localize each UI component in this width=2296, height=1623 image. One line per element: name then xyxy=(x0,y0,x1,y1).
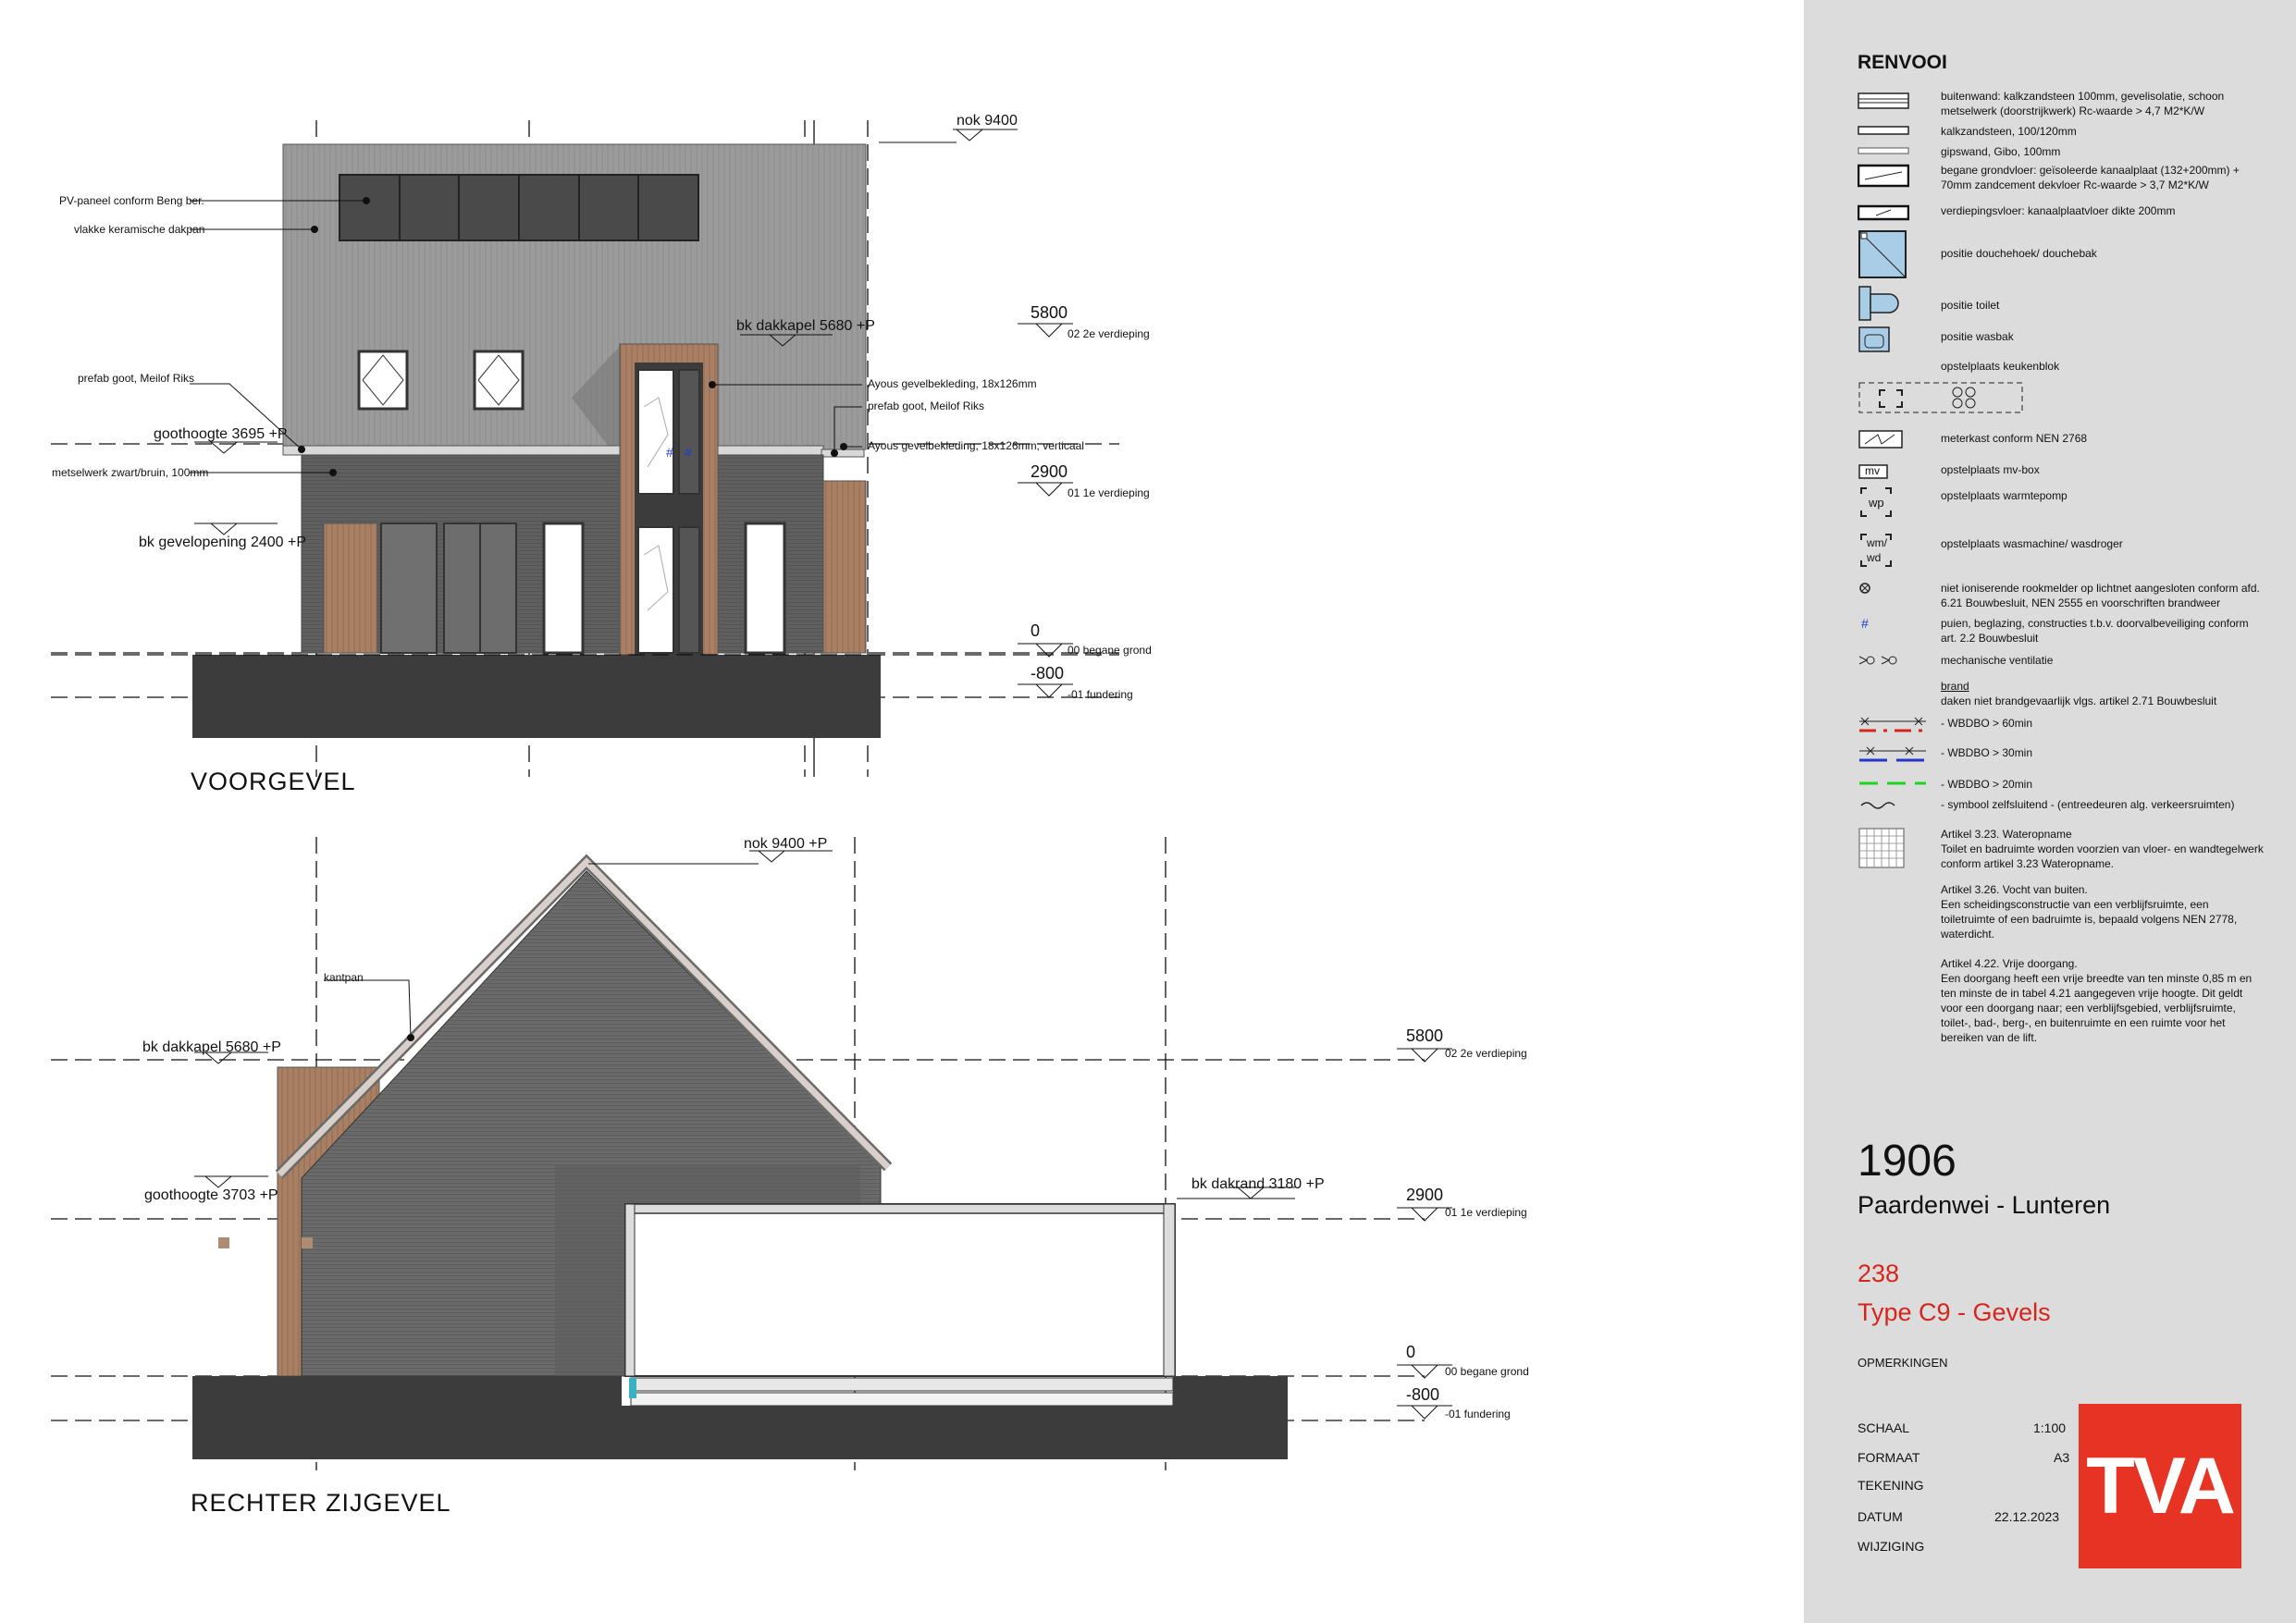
kalkzandsteen-icon xyxy=(1858,126,1909,135)
tile-grid-icon xyxy=(1858,828,1905,868)
note-dakpan: vlakke keramische dakpan xyxy=(74,223,205,236)
front-dakkapel-label: bk dakkapel 5680 +P xyxy=(736,318,875,334)
front-wood-cladding-right xyxy=(822,480,867,654)
side-kantpan-label: kantpan xyxy=(324,971,364,984)
front-level-5800: 5800 xyxy=(1031,303,1068,322)
front-level-2900: 2900 xyxy=(1031,462,1068,481)
front-level-2900-label: 01 1e verdieping xyxy=(1068,486,1150,499)
side-level-0-label: 00 begane grond xyxy=(1445,1365,1529,1378)
front-level-0: 0 xyxy=(1031,621,1041,640)
legend-title: RENVOOI xyxy=(1858,52,1947,73)
meter-cabinet-icon xyxy=(1858,430,1903,449)
side-nok-label: nok 9400 +P xyxy=(744,836,828,852)
side-level-2900: 2900 xyxy=(1406,1186,1444,1204)
formaat-value: A3 xyxy=(2054,1450,2070,1465)
side-elevation-title: RECHTER ZIJGEVEL xyxy=(191,1489,451,1517)
gipswand-icon xyxy=(1858,147,1909,154)
wijziging-label: WIJZIGING xyxy=(1858,1539,1925,1554)
side-foundation-right xyxy=(1173,1376,1288,1459)
side-elevation xyxy=(51,837,1452,1470)
datum-label: DATUM xyxy=(1858,1509,1903,1524)
note-goot-2: prefab goot, Meilof Riks xyxy=(868,400,985,412)
tva-logo: TVA xyxy=(2079,1404,2241,1568)
side-level-2900-label: 01 1e verdieping xyxy=(1445,1206,1527,1219)
side-level-5800: 5800 xyxy=(1406,1027,1444,1045)
schaal-label: SCHAAL xyxy=(1858,1420,1910,1435)
legend-panel: RENVOOI buitenwand: kalkzandsteen 100mm,… xyxy=(1804,0,2296,1623)
wbdbo-20-icon xyxy=(1859,781,1926,785)
side-level-minus800-label: -01 fundering xyxy=(1445,1408,1511,1420)
side-dakkapel-label: bk dakkapel 5680 +P xyxy=(142,1039,281,1055)
wbdbo-60-icon xyxy=(1859,717,1926,732)
front-gutter xyxy=(282,445,824,456)
note-goot: prefab goot, Meilof Riks xyxy=(78,372,195,385)
side-goothoogte-label: goothoogte 3703 +P xyxy=(144,1187,278,1203)
project-number: 1906 xyxy=(1858,1137,1957,1186)
wall-hatch-icon xyxy=(1858,92,1909,109)
front-wood-cladding-left xyxy=(323,523,378,654)
note-metselwerk: metselwerk zwart/bruin, 100mm xyxy=(52,466,209,479)
note-ayous-2: Ayous gevelbekleding, 18x126mm, verticaa… xyxy=(868,439,1084,452)
schaal-value: 1:100 xyxy=(2033,1420,2067,1435)
upper-floor-icon xyxy=(1858,204,1909,221)
side-dakrand-label: bk dakrand 3180 +P xyxy=(1191,1176,1325,1192)
ventilation-icon xyxy=(1858,656,1897,665)
shower-icon xyxy=(1858,230,1907,278)
sink-icon xyxy=(1858,326,1890,352)
front-elevation-title: VOORGEVEL xyxy=(191,768,356,795)
front-goothoogte-label: goothoogte 3695 +P xyxy=(154,426,288,442)
front-level-5800-label: 02 2e verdieping xyxy=(1068,327,1150,340)
drawing-code: 238 xyxy=(1858,1260,1900,1287)
tekening-label: TEKENING xyxy=(1858,1478,1924,1493)
project-name: Paardenwei - Lunteren xyxy=(1858,1191,2111,1219)
side-level-5800-label: 02 2e verdieping xyxy=(1445,1047,1527,1060)
note-pv-panel: PV-paneel conform Beng ber. xyxy=(59,194,204,207)
svg-text:#: # xyxy=(685,445,692,460)
drawing-sheet: # # PV-paneel conform Beng ber. vlakke k… xyxy=(0,0,1804,1623)
toilet-icon xyxy=(1858,286,1899,321)
opmerkingen-label: OPMERKINGEN xyxy=(1858,1356,1948,1370)
hash-icon: # xyxy=(1861,616,1869,631)
wbdbo-30-icon xyxy=(1859,746,1926,762)
floor-slab-icon xyxy=(1858,164,1909,188)
side-level-0: 0 xyxy=(1406,1343,1416,1361)
front-level-minus800: -800 xyxy=(1031,664,1065,682)
datum-value: 22.12.2023 xyxy=(1994,1509,2060,1524)
formaat-label: FORMAAT xyxy=(1858,1450,1920,1465)
front-entrance-tower: # # xyxy=(619,343,719,656)
side-foundation-left xyxy=(192,1376,622,1459)
front-foundation xyxy=(192,655,881,738)
front-level-0-label: 00 begane grond xyxy=(1068,644,1152,657)
self-closing-icon xyxy=(1860,802,1895,809)
pv-panels xyxy=(339,174,699,241)
svg-text:#: # xyxy=(666,445,673,460)
smoke-detector-icon xyxy=(1859,583,1870,594)
elevation-drawings: # # xyxy=(51,120,1452,1470)
front-nok-label: nok 9400 xyxy=(957,113,1018,129)
side-extension xyxy=(624,1203,1176,1407)
front-level-minus800-label: -01 fundering xyxy=(1068,688,1133,701)
note-ayous-1: Ayous gevelbekleding, 18x126mm xyxy=(868,377,1037,390)
side-level-minus800: -800 xyxy=(1406,1385,1440,1404)
drawing-type: Type C9 - Gevels xyxy=(1858,1298,2051,1326)
front-gevelopening-label: bk gevelopening 2400 +P xyxy=(139,535,307,550)
